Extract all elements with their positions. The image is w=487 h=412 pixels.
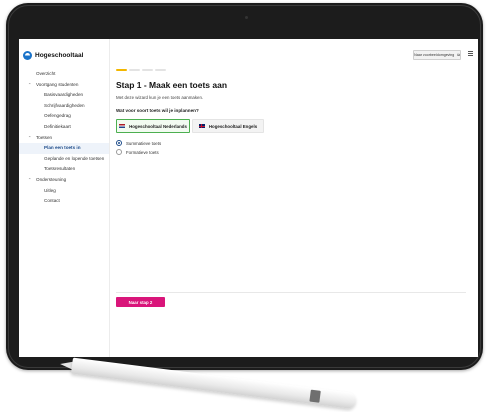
pencil-band (309, 389, 321, 403)
radio-button-checked[interactable] (116, 140, 122, 146)
sidebar-item-uitleg[interactable]: Uitleg (19, 186, 109, 197)
sidebar-item-toetsresultaten[interactable]: Toetsresultaten (19, 164, 109, 175)
radio-label: Summatieve toets (126, 140, 162, 146)
sidebar-item-schrijfvaardigheden[interactable]: Schrijfvaardigheden (19, 101, 109, 112)
sidebar-section-voortgang[interactable]: ⌃ Voortgang studenten (19, 80, 109, 91)
page-subtitle: Met deze wizard kun je een toets aanmake… (116, 95, 204, 100)
sidebar-item-oefengedrag[interactable]: Oefengedrag (19, 111, 109, 122)
progress-step (129, 69, 140, 71)
sidebar-item-basisvaardigheden[interactable]: Basisvaardigheden (19, 90, 109, 101)
sidebar-item-label: Contact (44, 198, 60, 204)
sidebar-nav: Overzicht ⌃ Voortgang studenten Basisvaar… (19, 69, 109, 207)
option-label: Hogeschooltaal Engels (208, 123, 258, 129)
next-step-button[interactable]: Naar stap 2 (116, 297, 165, 307)
tablet-frame: Hogeschooltaal Overzicht ⌃ Voortgang stud… (6, 3, 483, 370)
sidebar-item-overzicht[interactable]: Overzicht (19, 69, 109, 80)
sidebar-item-label: Toetsen (36, 134, 53, 140)
progress-step (142, 69, 153, 71)
option-label: Hogeschooltaal Nederlands (129, 123, 187, 129)
sidebar-item-geplande-toetsen[interactable]: Geplande en lopende toetsen (19, 154, 109, 165)
sidebar-item-label: Oefengedrag (44, 113, 71, 119)
progress-step (116, 69, 127, 71)
logo-icon (23, 51, 32, 60)
radio-formatieve-toets[interactable]: Formatieve toets (116, 149, 159, 155)
sidebar-item-label: Basisvaardigheden (44, 92, 84, 98)
app-screen: Hogeschooltaal Overzicht ⌃ Voortgang stud… (19, 39, 478, 357)
logo[interactable]: Hogeschooltaal (23, 51, 83, 60)
radio-label: Formatieve toets (126, 149, 159, 155)
option-hogeschooltaal-engels[interactable]: Hogeschooltaal Engels (192, 119, 264, 133)
nl-flag-icon (119, 124, 126, 128)
sidebar-item-label: Ondersteuning (36, 176, 67, 182)
sidebar-item-label: Definitiekaart (44, 123, 71, 129)
footer-divider (116, 292, 466, 293)
sidebar-item-label: Uitleg (44, 187, 56, 193)
sidebar-item-label: Toetsresultaten (44, 166, 76, 172)
logo-text: Hogeschooltaal (35, 52, 84, 59)
chevron-up-icon: ⌃ (28, 81, 32, 87)
sidebar-item-label: Voortgang studenten (36, 81, 79, 87)
sidebar: Hogeschooltaal Overzicht ⌃ Voortgang stud… (19, 39, 110, 357)
sidebar-item-label: Overzicht (36, 71, 56, 76)
uk-flag-icon (198, 124, 205, 128)
external-link-icon: ⧉ (457, 53, 460, 57)
radio-button[interactable] (116, 149, 122, 155)
sidebar-section-toetsen[interactable]: ⌃ Toetsen (19, 133, 109, 144)
wizard-progress (116, 69, 166, 71)
progress-step (155, 69, 166, 71)
radio-summatieve-toets[interactable]: Summatieve toets (116, 140, 161, 146)
sidebar-section-ondersteuning[interactable]: ⌃ Ondersteuning (19, 175, 109, 186)
sidebar-item-label: Plan een toets in (44, 145, 81, 151)
page-title: Stap 1 - Maak een toets aan (116, 80, 228, 90)
test-kind-question: Wat voor soort toets wil je inplannen? (116, 108, 199, 113)
preview-environment-button[interactable]: Naar voorbeeldomgeving ⧉ (413, 50, 461, 60)
sidebar-item-contact[interactable]: Contact (19, 196, 109, 207)
sidebar-item-definitiekaart[interactable]: Definitiekaart (19, 122, 109, 133)
sidebar-item-label: Schrijfvaardigheden (44, 102, 85, 108)
hamburger-icon[interactable] (468, 51, 473, 56)
option-hogeschooltaal-nederlands[interactable]: Hogeschooltaal Nederlands (116, 119, 190, 133)
sidebar-item-label: Geplande en lopende toetsen (44, 155, 105, 161)
sidebar-item-plan-toets[interactable]: Plan een toets in (19, 143, 109, 154)
chevron-up-icon: ⌃ (28, 134, 32, 140)
chevron-up-icon: ⌃ (28, 176, 32, 182)
camera-icon (245, 16, 248, 19)
preview-button-label: Naar voorbeeldomgeving (414, 53, 455, 57)
